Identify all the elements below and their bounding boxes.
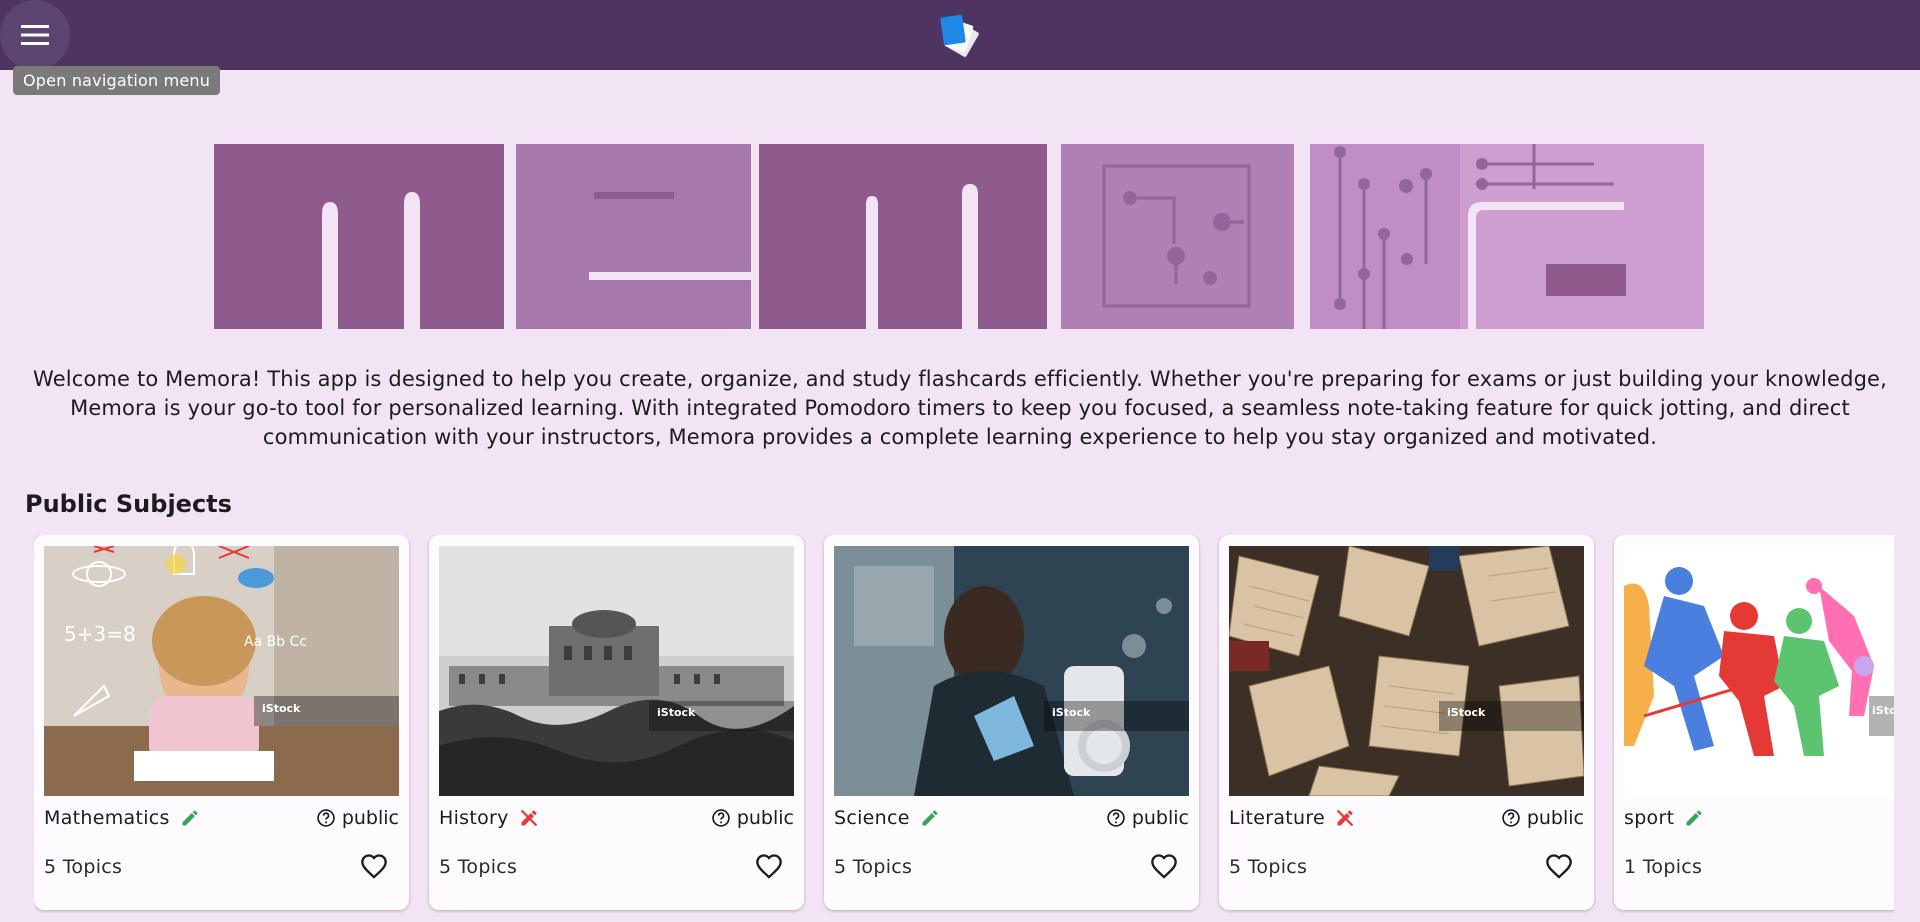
intro-text: Welcome to Memora! This app is designed …: [33, 367, 1887, 449]
hamburger-menu-icon: [21, 25, 49, 45]
subject-name: Science: [834, 807, 910, 829]
subject-name: Literature: [1229, 807, 1326, 829]
subjects-carousel[interactable]: 5+3=8 Aa Bb Cc iStock Mathematics public…: [34, 535, 1894, 922]
subject-title: Science: [834, 807, 940, 829]
navigation-tooltip: Open navigation menu: [13, 66, 221, 95]
favorite-button[interactable]: [357, 849, 391, 883]
topic-count: 5 Topics: [834, 856, 913, 878]
help-circle-icon: [317, 809, 335, 827]
subject-title: sport: [1624, 807, 1704, 829]
favorite-button[interactable]: [1147, 849, 1181, 883]
subject-title: Mathematics: [44, 807, 200, 829]
subject-card-science[interactable]: iStock Science public 5 Topics: [824, 535, 1199, 910]
subject-image: 5+3=8 Aa Bb Cc iStock: [44, 546, 399, 796]
app-bar: [0, 0, 1920, 70]
topic-count: 5 Topics: [44, 856, 123, 878]
topic-count: 5 Topics: [1229, 856, 1308, 878]
subject-title: Literature: [1229, 807, 1355, 829]
svg-text:Aa Bb Cc: Aa Bb Cc: [244, 634, 307, 650]
visibility-status: public: [1106, 807, 1189, 829]
subject-image: iStock: [834, 546, 1189, 796]
subject-image: iStock: [439, 546, 794, 796]
watermark-label: iStock: [1052, 706, 1091, 719]
visibility-label: public: [736, 807, 794, 829]
topic-count: 5 Topics: [439, 856, 518, 878]
pencil-icon[interactable]: [180, 808, 200, 828]
subject-title: History: [439, 807, 539, 829]
flashcards-logo-icon[interactable]: [938, 12, 982, 58]
subject-name: Mathematics: [44, 807, 170, 829]
watermark-label: iStock: [1447, 706, 1486, 719]
heart-outline-icon: [756, 854, 782, 879]
edit-off-icon: [1336, 809, 1354, 827]
help-circle-icon: [1502, 809, 1520, 827]
heart-outline-icon: [1151, 854, 1177, 879]
edit-off-icon: [520, 809, 537, 827]
subject-name: sport: [1624, 807, 1675, 829]
visibility-label: public: [1526, 807, 1584, 829]
visibility-status: public: [711, 807, 794, 829]
memora-banner: [214, 144, 1704, 329]
visibility-label: public: [341, 807, 399, 829]
heart-outline-icon: [1546, 854, 1572, 879]
visibility-status: public: [1501, 807, 1584, 829]
favorite-button[interactable]: [1542, 849, 1576, 883]
subject-name: History: [439, 807, 509, 829]
subject-card-mathematics[interactable]: 5+3=8 Aa Bb Cc iStock Mathematics public…: [34, 535, 409, 910]
subject-image: iSto: [1624, 546, 1894, 796]
help-circle-icon: [712, 809, 730, 827]
help-circle-icon: [1107, 809, 1125, 827]
favorite-button[interactable]: [752, 849, 786, 883]
svg-text:5+3=8: 5+3=8: [64, 622, 136, 646]
menu-button[interactable]: [0, 0, 70, 70]
pencil-icon[interactable]: [1684, 808, 1704, 828]
pencil-icon[interactable]: [920, 808, 940, 828]
subject-card-history[interactable]: iStock History public 5 Topics: [429, 535, 804, 910]
subject-card-sport[interactable]: iSto sport 1 Topics: [1614, 535, 1894, 910]
topic-count: 1 Topics: [1624, 856, 1703, 878]
visibility-status: public: [316, 807, 399, 829]
subject-card-literature[interactable]: iStock Literature public 5 Topics: [1219, 535, 1594, 910]
heart-outline-icon: [361, 854, 387, 879]
watermark-label: iSto: [1872, 704, 1894, 717]
visibility-label: public: [1131, 807, 1189, 829]
subject-image: iStock: [1229, 546, 1584, 796]
watermark-label: iStock: [262, 702, 301, 715]
section-title: Public Subjects: [25, 490, 232, 518]
watermark-label: iStock: [657, 706, 696, 719]
